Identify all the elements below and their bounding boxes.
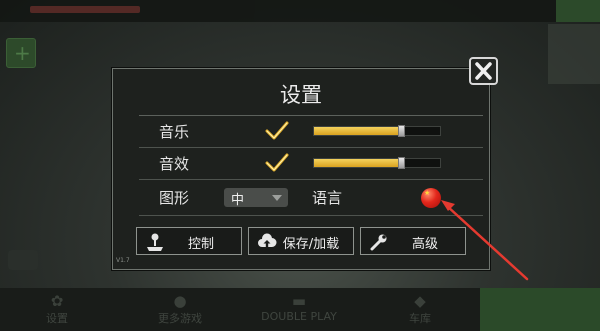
annotation-arrow xyxy=(441,200,529,281)
